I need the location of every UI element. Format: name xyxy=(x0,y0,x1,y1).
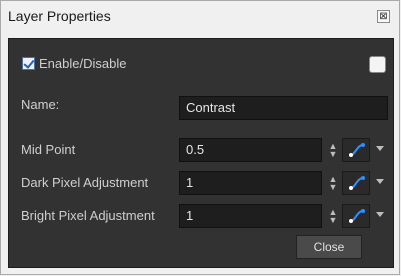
bright-pixel-label: Bright Pixel Adjustment xyxy=(21,208,155,223)
dialog-title: Layer Properties xyxy=(8,8,111,24)
chevron-down-icon[interactable] xyxy=(376,146,384,151)
properties-panel: Enable/Disable Name: Contrast Mid Point … xyxy=(8,38,394,268)
spinner-icon[interactable]: ▲ ▼ xyxy=(327,142,339,159)
function-curve-icon xyxy=(349,143,365,157)
bright-pixel-function-button[interactable] xyxy=(342,204,370,228)
color-swatch-button[interactable] xyxy=(369,56,386,73)
mid-point-label: Mid Point xyxy=(21,142,76,157)
dark-pixel-field[interactable]: 1 xyxy=(179,171,322,195)
function-curve-icon xyxy=(349,209,365,223)
mid-point-function-button[interactable] xyxy=(342,138,370,162)
dark-pixel-function-button[interactable] xyxy=(342,171,370,195)
layer-properties-dialog: Layer Properties ⊠ Enable/Disable Name: … xyxy=(0,0,400,275)
dark-pixel-label: Dark Pixel Adjustment xyxy=(21,175,149,190)
mid-point-field[interactable]: 0.5 xyxy=(179,138,322,162)
chevron-down-icon[interactable] xyxy=(376,179,384,184)
name-field[interactable]: Contrast xyxy=(179,96,388,120)
spinner-icon[interactable]: ▲ ▼ xyxy=(327,175,339,192)
name-label: Name: xyxy=(21,97,60,112)
chevron-down-icon[interactable] xyxy=(376,212,384,217)
spinner-icon[interactable]: ▲ ▼ xyxy=(327,208,339,225)
enable-checkbox[interactable] xyxy=(22,57,35,70)
bright-pixel-field[interactable]: 1 xyxy=(179,204,322,228)
function-curve-icon xyxy=(349,176,365,190)
window-close-icon[interactable]: ⊠ xyxy=(377,10,390,23)
title-bar: Layer Properties ⊠ xyxy=(1,1,399,31)
enable-label: Enable/Disable xyxy=(39,56,127,71)
close-button[interactable]: Close xyxy=(296,235,362,259)
